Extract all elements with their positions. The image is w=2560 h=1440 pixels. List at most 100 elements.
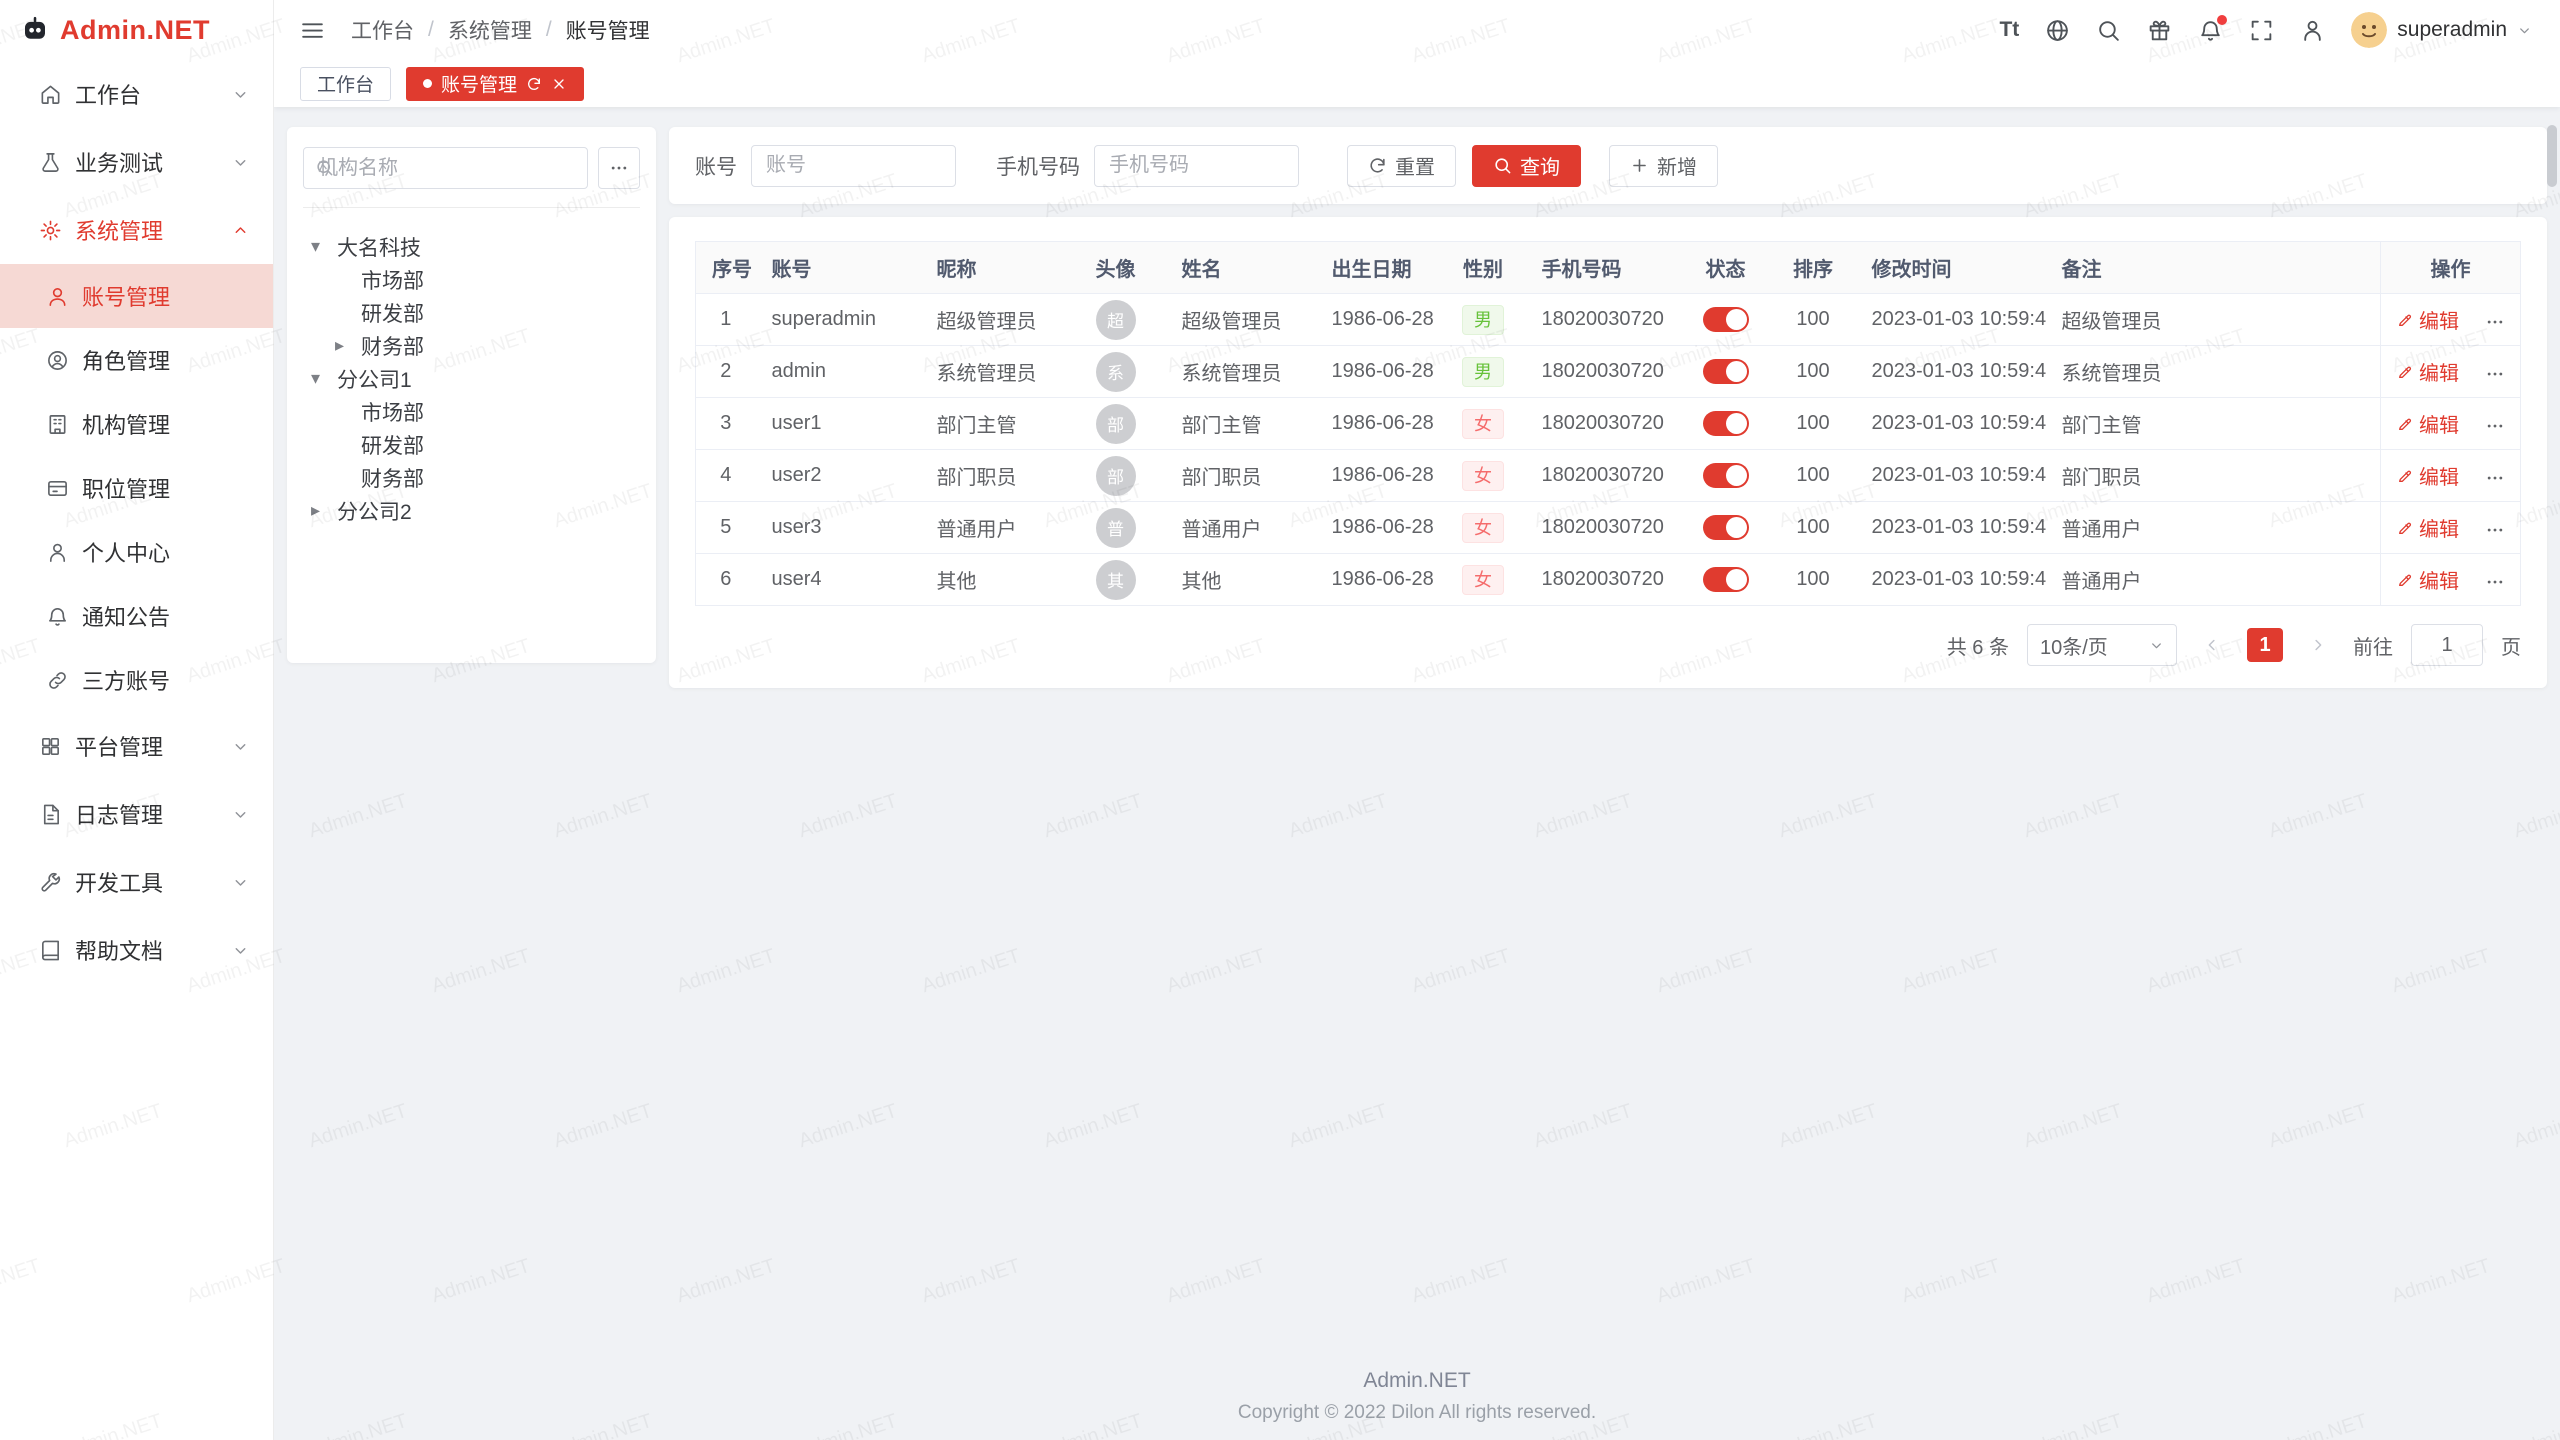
- row-more-button[interactable]: [2485, 364, 2505, 384]
- status-toggle[interactable]: [1703, 307, 1749, 332]
- cell-avatar: 部: [1066, 450, 1166, 502]
- row-more-button[interactable]: [2485, 468, 2505, 488]
- tree-node[interactable]: ▸ 财务部: [303, 329, 640, 362]
- cell-birthday: 1986-06-28: [1316, 502, 1441, 554]
- id-card-icon: [46, 477, 69, 500]
- edit-button[interactable]: 编辑: [2397, 461, 2459, 490]
- tree-caret-icon[interactable]: ▾: [311, 236, 337, 257]
- edit-button[interactable]: 编辑: [2397, 409, 2459, 438]
- reset-button[interactable]: 重置: [1347, 145, 1456, 187]
- logo[interactable]: Admin.NET: [0, 0, 273, 60]
- prev-page-button[interactable]: [2195, 628, 2229, 662]
- edit-button[interactable]: 编辑: [2397, 305, 2459, 334]
- cell-modified: 2023-01-03 10:59:44: [1856, 346, 2046, 398]
- tab-account-management[interactable]: 账号管理: [406, 67, 584, 101]
- org-more-button[interactable]: [598, 147, 640, 189]
- gender-badge: 女: [1462, 461, 1504, 491]
- sidebar-item-role-management[interactable]: 角色管理: [0, 328, 273, 392]
- scrollbar-thumb[interactable]: [2547, 125, 2557, 187]
- sidebar-item-system-management[interactable]: 系统管理: [0, 196, 273, 264]
- tree-node[interactable]: 市场部: [303, 395, 640, 428]
- cell-gender: 男: [1441, 346, 1526, 398]
- account-table: 序号 账号 昵称 头像 姓名 出生日期 性别 手机号码 状态 排序 修改时间 备…: [695, 241, 2521, 606]
- goto-page-input[interactable]: [2411, 624, 2483, 666]
- next-page-button[interactable]: [2301, 628, 2335, 662]
- sidebar-item-platform-management[interactable]: 平台管理: [0, 712, 273, 780]
- tree-node[interactable]: 市场部: [303, 263, 640, 296]
- row-more-button[interactable]: [2485, 312, 2505, 332]
- tree-node[interactable]: ▸ 分公司2: [303, 494, 640, 527]
- edit-button[interactable]: 编辑: [2397, 565, 2459, 594]
- sidebar-item-business-test[interactable]: 业务测试: [0, 128, 273, 196]
- home-icon: [39, 83, 62, 106]
- sidebar-item-help-docs[interactable]: 帮助文档: [0, 916, 273, 984]
- user-icon[interactable]: [2300, 18, 2325, 43]
- row-more-button[interactable]: [2485, 416, 2505, 436]
- sidebar-item-log-management[interactable]: 日志管理: [0, 780, 273, 848]
- sidebar-item-notice[interactable]: 通知公告: [0, 584, 273, 648]
- page-size-select[interactable]: 10条/页: [2027, 624, 2177, 666]
- sidebar-item-dev-tools[interactable]: 开发工具: [0, 848, 273, 916]
- tree-node-label: 分公司1: [337, 364, 412, 394]
- globe-icon[interactable]: [2045, 18, 2070, 43]
- sidebar-item-post-management[interactable]: 职位管理: [0, 456, 273, 520]
- edit-icon: [2397, 572, 2413, 588]
- gear-icon: [39, 219, 62, 242]
- breadcrumb-item[interactable]: 工作台: [351, 15, 414, 45]
- status-toggle[interactable]: [1703, 567, 1749, 592]
- cell-actions: 编辑: [2381, 502, 2521, 554]
- tree-caret-icon[interactable]: ▸: [335, 335, 361, 356]
- sidebar-item-org-management[interactable]: 机构管理: [0, 392, 273, 456]
- account-input[interactable]: [751, 145, 956, 187]
- tree-node[interactable]: 研发部: [303, 296, 640, 329]
- font-size-button[interactable]: Tt: [1999, 18, 2019, 42]
- sidebar-item-workbench[interactable]: 工作台: [0, 60, 273, 128]
- add-label: 新增: [1657, 151, 1697, 180]
- search-icon[interactable]: [2096, 18, 2121, 43]
- col-sort: 排序: [1771, 242, 1856, 294]
- edit-label: 编辑: [2419, 513, 2459, 542]
- phone-input[interactable]: [1094, 145, 1299, 187]
- sidebar-item-third-party-account[interactable]: 三方账号: [0, 648, 273, 712]
- add-button[interactable]: 新增: [1609, 145, 1718, 187]
- tree-caret-icon[interactable]: ▾: [311, 368, 337, 389]
- status-toggle[interactable]: [1703, 463, 1749, 488]
- system-submenu: 账号管理 角色管理 机构管理 职位管理 个人中心 通知公告: [0, 264, 273, 712]
- sidebar-item-label: 工作台: [75, 78, 141, 110]
- org-search-input[interactable]: [303, 147, 588, 189]
- status-toggle[interactable]: [1703, 411, 1749, 436]
- cell-phone: 18020030720: [1526, 398, 1681, 450]
- tree-node[interactable]: 研发部: [303, 428, 640, 461]
- tree-node-label: 市场部: [361, 265, 424, 295]
- notifications-button[interactable]: [2198, 18, 2223, 43]
- breadcrumb-item[interactable]: 系统管理: [448, 15, 532, 45]
- gender-badge: 男: [1462, 305, 1504, 335]
- more-icon: [2485, 520, 2505, 540]
- close-icon[interactable]: [551, 76, 567, 92]
- cell-modified: 2023-01-03 10:59:44: [1856, 450, 2046, 502]
- chevron-up-icon: [232, 222, 249, 239]
- tree-node[interactable]: ▾ 大名科技: [303, 230, 640, 263]
- tree-node[interactable]: ▾ 分公司1: [303, 362, 640, 395]
- gift-icon[interactable]: [2147, 18, 2172, 43]
- cell-avatar: 系: [1066, 346, 1166, 398]
- row-more-button[interactable]: [2485, 520, 2505, 540]
- refresh-icon[interactable]: [526, 76, 542, 92]
- search-button[interactable]: 查询: [1472, 145, 1581, 187]
- table-header-row: 序号 账号 昵称 头像 姓名 出生日期 性别 手机号码 状态 排序 修改时间 备…: [696, 242, 2521, 294]
- sidebar-item-personal-center[interactable]: 个人中心: [0, 520, 273, 584]
- page-button-1[interactable]: 1: [2247, 628, 2283, 662]
- fullscreen-icon[interactable]: [2249, 18, 2274, 43]
- row-more-button[interactable]: [2485, 572, 2505, 592]
- tab-workbench[interactable]: 工作台: [300, 67, 391, 101]
- tree-node[interactable]: 财务部: [303, 461, 640, 494]
- status-toggle[interactable]: [1703, 359, 1749, 384]
- cell-modified: 2023-01-03 10:59:44: [1856, 294, 2046, 346]
- menu-collapse-icon[interactable]: [300, 18, 325, 43]
- edit-button[interactable]: 编辑: [2397, 513, 2459, 542]
- status-toggle[interactable]: [1703, 515, 1749, 540]
- user-menu[interactable]: superadmin: [2351, 12, 2532, 48]
- edit-button[interactable]: 编辑: [2397, 357, 2459, 386]
- sidebar-item-account-management[interactable]: 账号管理: [0, 264, 273, 328]
- tree-caret-icon[interactable]: ▸: [311, 500, 337, 521]
